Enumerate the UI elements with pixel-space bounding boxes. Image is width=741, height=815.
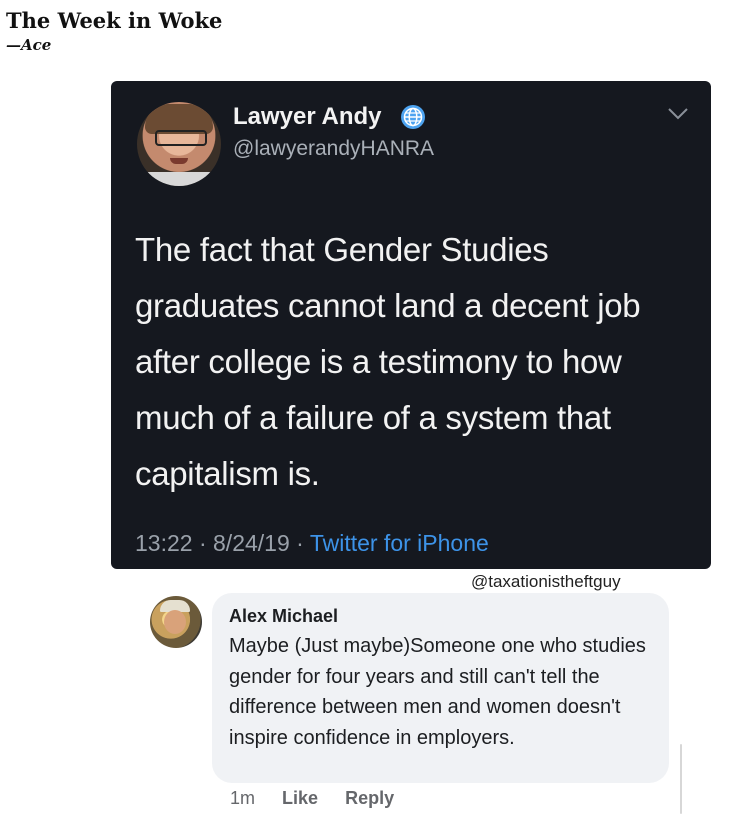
tweet-time: 13:22 [135,530,193,556]
globe-icon [401,105,425,129]
tweet-meta: 13:22 · 8/24/19 · Twitter for iPhone [135,530,489,557]
like-button[interactable]: Like [282,788,318,808]
comment-time: 1m [230,788,256,808]
tweet-date: 8/24/19 [213,530,290,556]
comment-bubble: Alex Michael Maybe (Just maybe)Someone o… [212,593,669,783]
meta-separator: · [198,530,207,556]
post-title: The Week in Woke [6,8,223,33]
commenter-name[interactable]: Alex Michael [229,606,338,627]
watermark: @taxationistheftguy [471,572,621,591]
scrollbar[interactable] [680,744,682,814]
post-byline: —Ace [6,36,52,54]
comment-actions: 1m Like Reply [230,788,416,809]
comment-text: Maybe (Just maybe)Someone one who studie… [229,635,646,749]
tweet-text: The fact that Gender Studies graduates c… [135,231,641,492]
tweet-card: Lawyer Andy @lawyerandyHANRA The fact th… [111,81,711,569]
meta-separator: · [296,530,304,556]
tweet-display-name[interactable]: Lawyer Andy [233,103,382,131]
tweet-handle[interactable]: @lawyerandyHANRA [233,137,434,161]
tweet-source-link[interactable]: Twitter for iPhone [310,530,489,556]
tweet-avatar[interactable] [137,102,221,186]
commenter-avatar[interactable] [150,596,202,648]
chevron-down-icon[interactable] [667,107,689,121]
reply-button[interactable]: Reply [345,788,394,808]
